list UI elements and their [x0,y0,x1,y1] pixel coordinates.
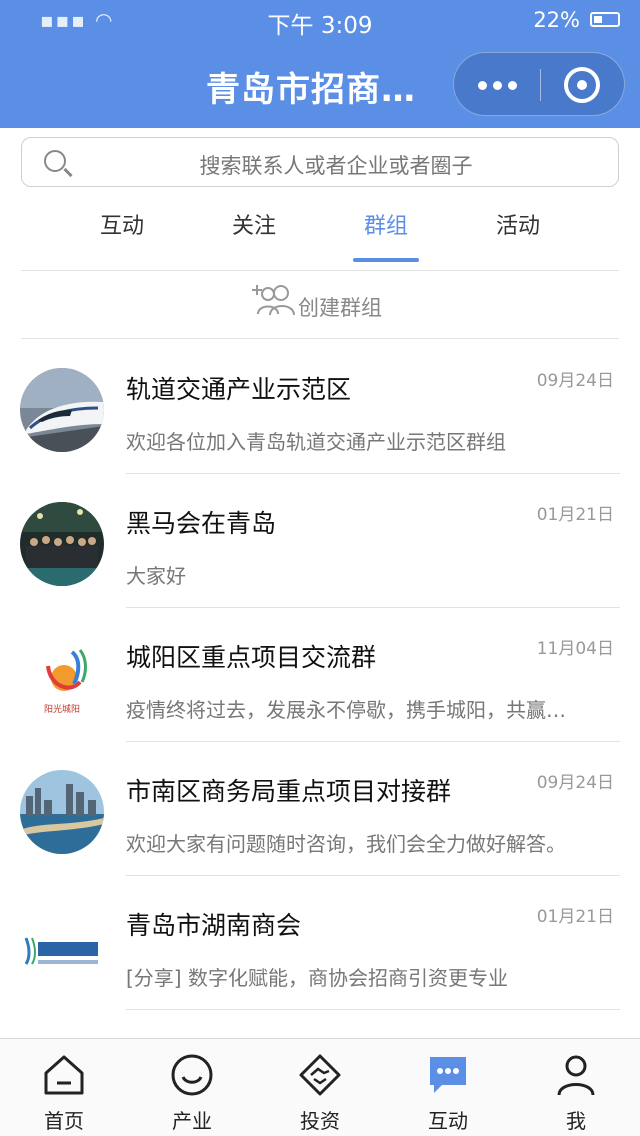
list-item[interactable]: 黑马会在青岛 01月21日 大家好 [0,474,640,608]
svg-text:阳光城阳: 阳光城阳 [44,703,80,715]
list-item[interactable]: 青岛市湖南商会 01月21日 [分享] 数字化赋能，商协会招商引资更专业 [0,876,640,1010]
group-date: 01月21日 [536,505,614,525]
list-item[interactable]: 阳光城阳 城阳区重点项目交流群 11月04日 疫情终将过去，发展永不停歇，携手城… [0,608,640,742]
nav-investment[interactable]: 投资 [256,1047,384,1133]
create-group-button[interactable]: 创建群组 [250,280,410,328]
nav-label: 投资 [300,1109,340,1133]
group-date: 09月24日 [536,773,614,793]
group-date: 01月21日 [536,907,614,927]
group-name: 黑马会在青岛 [126,509,277,538]
tab-groups[interactable]: 群组 [320,208,452,240]
crowd-photo-avatar [20,502,104,586]
chengyang-logo-avatar: 阳光城阳 [20,636,104,720]
divider [21,338,619,339]
mini-program-capsule [453,52,625,116]
nav-label: 我 [566,1109,586,1133]
active-tab-indicator [353,258,419,262]
smile-icon [171,1054,213,1096]
nav-label: 产业 [172,1109,212,1133]
app-header: ▪▪▪ ◠ 下午 3:09 22% 青岛市招商… [0,0,640,128]
nav-home[interactable]: 首页 [0,1047,128,1133]
tab-activities[interactable]: 活动 [452,208,584,240]
list-item[interactable]: 市南区商务局重点项目对接群 09月24日 欢迎大家有问题随时咨询，我们会全力做好… [0,742,640,876]
search-input[interactable]: 搜索联系人或者企业或者圈子 [21,137,619,187]
group-name: 市南区商务局重点项目对接群 [126,777,452,806]
hunan-chamber-logo-avatar [20,904,104,988]
group-last-message: 欢迎大家有问题随时咨询，我们会全力做好解答。 [126,832,566,856]
status-bar: ▪▪▪ ◠ 下午 3:09 22% [0,0,640,40]
tab-follow[interactable]: 关注 [188,208,320,240]
more-icon[interactable] [478,77,518,91]
close-target-icon[interactable] [564,67,600,103]
nav-label: 互动 [428,1109,468,1133]
tab-bar: 互动 关注 群组 活动 [0,196,640,266]
list-item[interactable]: 轨道交通产业示范区 09月24日 欢迎各位加入青岛轨道交通产业示范区群组 [0,340,640,474]
add-group-icon [252,285,295,316]
battery-icon [590,12,620,27]
group-name: 城阳区重点项目交流群 [126,643,377,672]
group-name: 青岛市湖南商会 [126,911,302,940]
city-skyline-avatar [20,770,104,854]
battery-level: 22% [533,8,580,32]
train-avatar [20,368,104,452]
group-name: 轨道交通产业示范区 [126,375,352,404]
page-title: 青岛市招商… [206,70,416,110]
group-last-message: 疫情终将过去，发展永不停歇，携手城阳，共赢… [126,698,566,722]
nav-label: 首页 [44,1109,84,1133]
group-last-message: 欢迎各位加入青岛轨道交通产业示范区群组 [126,430,506,454]
divider [126,1009,620,1010]
search-placeholder: 搜索联系人或者企业或者圈子 [199,154,473,178]
bottom-nav: 首页 产业 投资 互动 我 [0,1038,640,1136]
group-last-message: [分享] 数字化赋能，商协会招商引资更专业 [126,966,508,990]
nav-interaction[interactable]: 互动 [384,1047,512,1133]
group-date: 09月24日 [536,371,614,391]
handshake-icon [299,1054,341,1096]
tab-interaction[interactable]: 互动 [56,208,188,240]
person-icon [557,1055,595,1096]
group-date: 11月04日 [536,639,614,659]
chat-icon [430,1057,466,1093]
capsule-divider [540,69,541,101]
home-icon [44,1055,84,1095]
nav-me[interactable]: 我 [512,1047,640,1133]
nav-industry[interactable]: 产业 [128,1047,256,1133]
create-group-label: 创建群组 [298,296,382,320]
group-last-message: 大家好 [126,564,186,588]
divider [21,270,619,271]
